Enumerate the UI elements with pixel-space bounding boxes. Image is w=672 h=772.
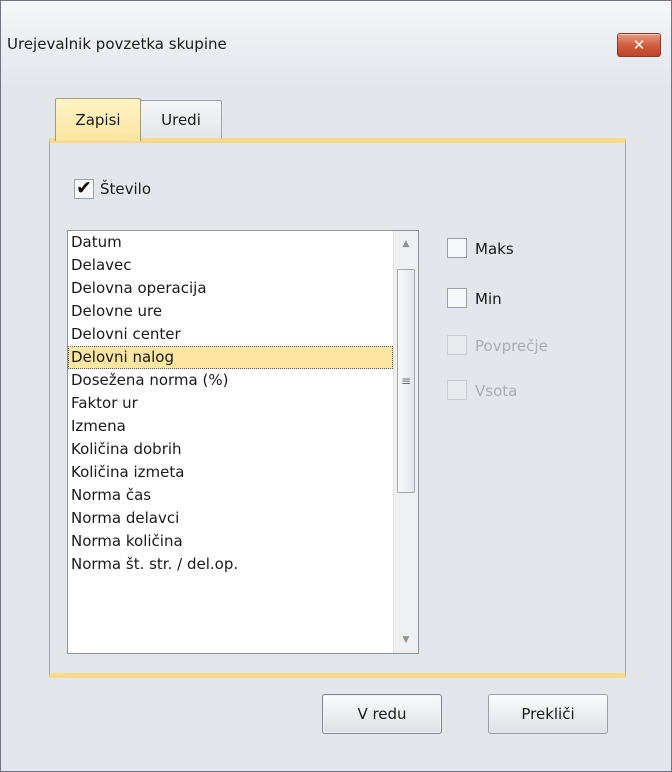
scroll-thumb[interactable]: ≡ bbox=[397, 269, 415, 493]
tab-zapisi-label: Zapisi bbox=[75, 111, 121, 129]
tab-uredi[interactable]: Uredi bbox=[140, 100, 222, 139]
list-item[interactable]: Faktor ur bbox=[68, 392, 393, 415]
list-item[interactable]: Izmena bbox=[68, 415, 393, 438]
close-button[interactable]: ✕ bbox=[617, 33, 661, 57]
count-checkbox-label: Število bbox=[100, 180, 152, 198]
list-item[interactable]: Delovne ure bbox=[68, 300, 393, 323]
ok-button-label: V redu bbox=[357, 705, 407, 723]
list-item[interactable]: Količina izmeta bbox=[68, 461, 393, 484]
list-item[interactable]: Datum bbox=[68, 231, 393, 254]
tab-zapisi[interactable]: Zapisi bbox=[55, 98, 141, 141]
povprecje-checkbox[interactable] bbox=[447, 335, 467, 355]
list-item[interactable]: Norma št. str. / del.op. bbox=[68, 553, 393, 576]
ok-button[interactable]: V redu bbox=[322, 694, 442, 734]
cancel-button-label: Prekliči bbox=[521, 705, 575, 723]
maks-checkbox[interactable] bbox=[447, 238, 467, 258]
list-item[interactable]: Norma čas bbox=[68, 484, 393, 507]
vsota-checkbox[interactable] bbox=[447, 380, 467, 400]
vsota-label: Vsota bbox=[475, 382, 518, 400]
maks-label: Maks bbox=[475, 240, 514, 258]
checkmark-icon: ✔ bbox=[76, 177, 92, 199]
tab-uredi-label: Uredi bbox=[161, 111, 201, 129]
title-bar[interactable]: Urejevalnik povzetka skupine ✕ bbox=[1, 1, 671, 89]
list-item[interactable]: Dosežena norma (%) bbox=[68, 369, 393, 392]
list-item[interactable]: Delovni center bbox=[68, 323, 393, 346]
fields-listbox[interactable]: Datum Delavec Delovna operacija Delovne ure… bbox=[67, 230, 419, 654]
count-checkbox[interactable]: ✔ bbox=[74, 179, 94, 199]
grip-icon: ≡ bbox=[400, 374, 412, 388]
list-item[interactable]: Norma količina bbox=[68, 530, 393, 553]
cancel-button[interactable]: Prekliči bbox=[488, 694, 608, 734]
list-item[interactable]: Delovna operacija bbox=[68, 277, 393, 300]
list-item[interactable]: Delavec bbox=[68, 254, 393, 277]
min-checkbox[interactable] bbox=[447, 288, 467, 308]
list-scrollbar[interactable]: ▲ ≡ ▼ bbox=[393, 231, 418, 653]
fields-list: Datum Delavec Delovna operacija Delovne ure… bbox=[68, 231, 393, 576]
list-item[interactable]: Delovni nalog bbox=[68, 346, 393, 369]
window-title: Urejevalnik povzetka skupine bbox=[7, 35, 227, 53]
povprecje-label: Povprečje bbox=[475, 337, 548, 355]
scroll-up-arrow-icon[interactable]: ▲ bbox=[394, 233, 418, 255]
list-item[interactable]: Norma delavci bbox=[68, 507, 393, 530]
close-icon: ✕ bbox=[632, 36, 646, 54]
scroll-down-arrow-icon[interactable]: ▼ bbox=[394, 629, 418, 651]
list-item[interactable]: Količina dobrih bbox=[68, 438, 393, 461]
min-label: Min bbox=[475, 290, 502, 308]
